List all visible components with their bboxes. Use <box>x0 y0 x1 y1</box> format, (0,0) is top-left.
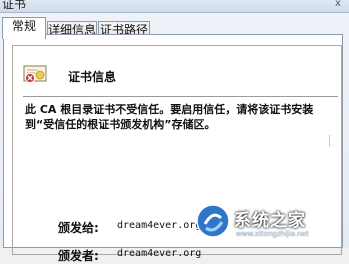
issued-by-value: dream4ever.org <box>117 248 202 259</box>
issued-by-label: 颁发者: <box>58 249 99 263</box>
watermark-url: www.xitongzhijia.net <box>236 230 309 238</box>
close-button[interactable]: x <box>331 0 345 10</box>
window-title: 证书 <box>2 0 27 11</box>
tab-general[interactable]: 常规 <box>2 17 46 39</box>
panel-edge <box>329 135 336 147</box>
site-watermark: 系统之家 www.xitongzhijia.net <box>196 204 346 242</box>
site-logo-icon <box>196 204 230 238</box>
watermark-brand: 系统之家 <box>234 211 306 231</box>
separator-line <box>23 96 338 97</box>
certificate-info-title: 证书信息 <box>68 70 117 84</box>
issued-to-label: 颁发给: <box>58 221 99 235</box>
untrusted-root-warning: 此 CA 根目录证书不受信任。要启用信任，请将该证书安装到“受信任的根证书颁发机… <box>25 103 314 131</box>
issued-to-value: dream4ever.org <box>117 220 202 231</box>
certificate-dialog: 证书 x 常规 详细信息 证书路径 证书信息 此 CA 根目录证书不受信任。要启… <box>0 0 349 263</box>
tab-strip: 常规 详细信息 证书路径 <box>0 13 349 39</box>
title-bar: 证书 x <box>0 0 349 13</box>
certificate-warning-icon <box>23 65 47 83</box>
